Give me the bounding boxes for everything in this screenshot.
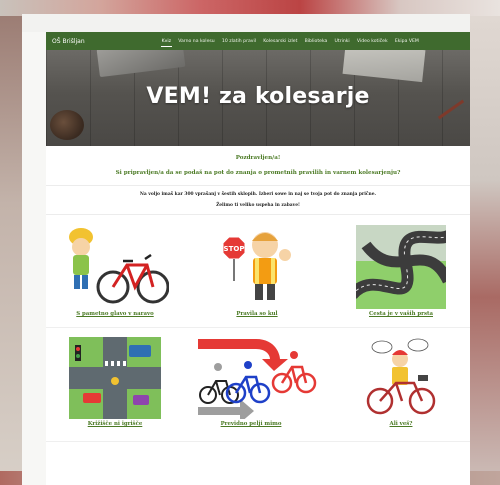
laptop-decor (96, 50, 186, 78)
nav-item-ekipa-vem[interactable]: Ekipa VEM (391, 39, 422, 44)
grid-divider (46, 327, 470, 328)
intersection-icon (69, 337, 161, 419)
topic-link[interactable]: Pravila so kul (202, 311, 312, 317)
topic-card[interactable]: S pametno glavo v naravo (60, 225, 170, 317)
intro-wish: Želimo ti veliko uspeha in zabave! (216, 203, 300, 208)
cartoon-cyclist-icon (358, 337, 444, 419)
pinecone-decor (50, 110, 84, 140)
topic-link[interactable]: Ali veš? (346, 421, 456, 427)
topic-card[interactable]: Ali veš? (346, 337, 456, 427)
nav-item-varno-na-kolesu[interactable]: Varno na kolesu (175, 39, 219, 44)
topic-link[interactable]: Križišče ni igrišče (60, 421, 170, 427)
nav-menu: Kviz Varno na kolesu 10 zlatih pravil Ko… (158, 39, 422, 47)
page-card: OŠ Brišljan Kviz Varno na kolesu 10 zlat… (22, 14, 470, 485)
intro-text: Na voljo imaš kar 300 vprašanj v šestih … (139, 192, 377, 197)
divider (46, 185, 470, 186)
main-navbar: OŠ Brišljan Kviz Varno na kolesu 10 zlat… (46, 32, 470, 50)
greeting-question: Si pripravljen/a da se podaš na pot do z… (115, 170, 401, 176)
nav-item-video-koticek[interactable]: Video kotiček (353, 39, 391, 44)
hero-title: VEM! za kolesarje (146, 84, 370, 109)
nav-item-utrinki[interactable]: Utrinki (331, 39, 353, 44)
svg-text:STOP: STOP (224, 245, 245, 253)
road-knot-icon (347, 225, 454, 309)
nav-item-biblioteka[interactable]: Biblioteka (301, 39, 331, 44)
nav-item-zlata-pravila[interactable]: 10 zlatih pravil (218, 39, 259, 44)
topic-card[interactable]: Križišče ni igrišče (60, 337, 170, 427)
hero-banner: VEM! za kolesarje (46, 50, 470, 146)
cyclist-helmet-bike-icon (61, 225, 170, 309)
divider (46, 214, 470, 215)
nav-item-kviz[interactable]: Kviz (158, 39, 175, 47)
nav-item-kolesarski-izlet[interactable]: Kolesarski izlet (260, 39, 301, 44)
topic-link[interactable]: S pametno glavo v naravo (60, 311, 170, 317)
topic-card[interactable]: Previdno pelji mimo (196, 337, 317, 427)
stop-sign-kid-icon: STOP (215, 225, 299, 309)
topic-card[interactable]: Cesta je v vaših prsta (346, 225, 456, 317)
intro-block: Na voljo imaš kar 300 vprašanj v šestih … (46, 192, 470, 208)
paper-decor (342, 50, 426, 83)
top-strip (22, 14, 470, 32)
grid-divider (46, 441, 470, 442)
topic-link[interactable]: Cesta je v vaših prsta (346, 311, 456, 317)
topic-card[interactable]: STOP Pravila so kul (202, 225, 312, 317)
greeting-hello: Pozdravljen/a! (235, 155, 281, 161)
site-brand[interactable]: OŠ Brišljan (46, 38, 158, 45)
greeting-block: Pozdravljen/a! Si pripravljen/a da se po… (46, 155, 470, 176)
overtaking-cyclists-icon (196, 337, 322, 423)
site-frame: OŠ Brišljan Kviz Varno na kolesu 10 zlat… (46, 32, 470, 485)
topic-link[interactable]: Previdno pelji mimo (196, 421, 306, 427)
